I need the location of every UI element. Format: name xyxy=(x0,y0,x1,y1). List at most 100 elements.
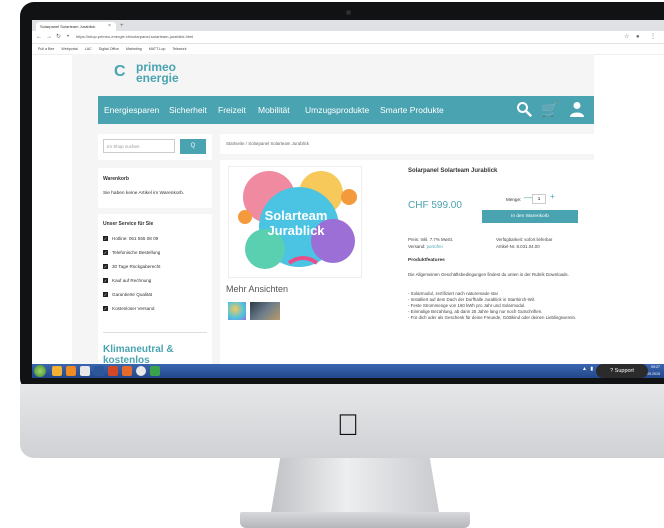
menu-icon[interactable]: ⋮ xyxy=(650,31,656,43)
powerpoint-taskbar-icon[interactable] xyxy=(108,366,118,376)
bookmark-item[interactable]: Digital Office xyxy=(99,47,119,51)
bookmark-item[interactable]: Pull a Bee xyxy=(38,47,54,51)
search-input[interactable]: Im Shop suchen xyxy=(103,139,175,153)
camera xyxy=(346,10,351,15)
support-button[interactable]: ? Support xyxy=(596,364,648,378)
word-taskbar-icon[interactable] xyxy=(94,366,104,376)
nav-item-freizeit[interactable]: Freizeit xyxy=(218,96,246,124)
app-taskbar-icon[interactable] xyxy=(150,366,160,376)
windows-taskbar: ▲ ▮ ♪ 09:27 26.09.2019 xyxy=(32,364,664,378)
help-icon: ? xyxy=(610,368,614,374)
checkbox-icon: ✓ xyxy=(103,306,108,312)
monitor-foot xyxy=(240,512,470,528)
search-button[interactable]: Q xyxy=(180,139,206,154)
features-intro: Die Allgemeinen Geschäftsbedingungen fin… xyxy=(408,272,569,277)
nav-item-mobilitaet[interactable]: Mobilität xyxy=(258,96,290,124)
back-icon[interactable]: ← xyxy=(36,31,42,43)
explorer-taskbar-icon[interactable] xyxy=(52,366,62,376)
product-image[interactable]: Solarteam Jurablick xyxy=(228,166,362,278)
bookmark-item[interactable]: MATT-Lop xyxy=(149,47,166,51)
price-info: Preis: Inkl. 7.7% MwSt. Versand: portofr… xyxy=(408,236,453,250)
apple-logo:  xyxy=(330,408,366,444)
monitor-stand xyxy=(270,458,440,518)
divider xyxy=(103,332,207,333)
article-number: Artikel-Nr. 8.031.04.00 xyxy=(496,244,540,249)
checkbox-icon: ✓ xyxy=(103,250,108,256)
nav-item-smarte-produkte[interactable]: Smarte Produkte xyxy=(380,96,444,124)
media-taskbar-icon[interactable] xyxy=(66,366,76,376)
search-icon[interactable] xyxy=(516,101,532,117)
bookmark-item[interactable]: LAC xyxy=(85,47,92,51)
service-item: ✓ Garantierte Qualität xyxy=(103,292,153,298)
close-icon[interactable]: × xyxy=(108,22,111,31)
checkbox-icon: ✓ xyxy=(103,264,108,270)
address-bar: ← → ↻ • https://shop.primeo-energie.ch/s… xyxy=(32,31,664,44)
product-image-title: Solarteam xyxy=(264,208,328,223)
brand-line2: energie xyxy=(136,71,179,85)
availability: Verfügbarkeit: sofort lieferbar xyxy=(496,237,553,242)
user-icon[interactable] xyxy=(570,101,584,117)
nav-item-sicherheit[interactable]: Sicherheit xyxy=(169,96,207,124)
service-title: Unser Service für Sie xyxy=(103,221,154,227)
quantity-input[interactable]: 1 xyxy=(532,194,546,204)
breadcrumb[interactable]: Startseite / Solarpanel Solarteam Jurabl… xyxy=(226,134,309,154)
add-to-cart-button[interactable]: In den Warenkorb xyxy=(482,210,578,223)
cart-title: Warenkorb xyxy=(103,176,129,182)
price-tax-note: Preis: Inkl. 7.7% MwSt. xyxy=(408,237,454,242)
brand-logo[interactable]: primeo energie xyxy=(136,61,179,85)
reload-icon[interactable]: ↻ xyxy=(56,31,61,43)
thumbnail-1[interactable] xyxy=(228,302,246,320)
browser-tab-bar: Solarpanel Solarteam Jurablick × + xyxy=(32,20,664,31)
service-item: ✓ 30 Tage Rückgaberecht xyxy=(103,264,161,270)
nav-item-energiesparen[interactable]: Energiesparen xyxy=(104,96,159,124)
features-title: Produktfeatures xyxy=(408,258,445,263)
chrome-taskbar-icon[interactable] xyxy=(136,366,146,376)
bookmark-star-icon[interactable]: ☆ xyxy=(624,31,629,43)
service-item: ✓ Kauf auf Rechnung xyxy=(103,278,152,284)
service-panel: Unser Service für Sie ✓ Hotline: 061 555 … xyxy=(98,214,212,374)
screen: Solarpanel Solarteam Jurablick × + ← → ↻… xyxy=(32,20,664,378)
app-taskbar-icon[interactable] xyxy=(122,366,132,376)
shipping-link[interactable]: portofrei xyxy=(427,244,443,249)
checkbox-icon: ✓ xyxy=(103,292,108,298)
quantity-plus-button[interactable]: + xyxy=(550,192,555,201)
browser-tab[interactable]: Solarpanel Solarteam Jurablick xyxy=(36,22,116,31)
cart-icon[interactable]: 🛒 xyxy=(541,101,558,117)
primeo-logo-icon[interactable]: C xyxy=(114,64,132,80)
checkbox-icon: ✓ xyxy=(103,278,108,284)
product-price: CHF 599.00 xyxy=(408,200,462,211)
bookmark-item[interactable]: Telework xyxy=(172,47,186,51)
feature-item: - Für dich oder als Geschenk für deine F… xyxy=(408,315,577,320)
extension-icon[interactable]: ● xyxy=(636,31,640,43)
cart-empty-text: Sie haben keine Artikel im Warenkorb. xyxy=(103,191,185,196)
thumbnail-2[interactable] xyxy=(250,302,280,320)
app-taskbar-icon[interactable] xyxy=(80,366,90,376)
web-page: C primeo energie Energiesparen Sicherhei… xyxy=(72,54,594,374)
shipping-info: Versand: portofrei xyxy=(408,244,443,249)
service-item: ✓ Telefonische Bestellung xyxy=(103,250,161,256)
new-tab-icon[interactable]: + xyxy=(120,22,124,31)
klimaneutral-heading: Klimaneutral & kostenlos xyxy=(103,344,174,366)
features-list: - Solarmodul, zertifiziert nach naturema… xyxy=(408,291,588,321)
nav-item-umzugsprodukte[interactable]: Umzugsprodukte xyxy=(305,96,369,124)
product-panel: Solarteam Jurablick Mehr Ansichten Solar… xyxy=(220,160,594,366)
quantity-minus-button[interactable]: — xyxy=(524,193,532,202)
main-navigation: Energiesparen Sicherheit Freizeit Mobili… xyxy=(98,96,594,124)
availability-info: Verfügbarkeit: sofort lieferbar Artikel-… xyxy=(496,236,552,250)
more-views-heading: Mehr Ansichten xyxy=(226,284,289,294)
lock-icon: • xyxy=(67,34,70,40)
service-item: ✓ Kostenloser Versand xyxy=(103,306,155,312)
start-button[interactable] xyxy=(34,365,46,377)
checkbox-icon: ✓ xyxy=(103,236,108,242)
breadcrumb-panel: Startseite / Solarpanel Solarteam Jurabl… xyxy=(220,134,594,154)
bookmark-item[interactable]: Marketing xyxy=(126,47,142,51)
product-image-subtitle: Jurablick xyxy=(267,223,325,238)
support-label: Support xyxy=(614,368,634,374)
service-item: ✓ Hotline: 061 555 08 09 xyxy=(103,236,159,242)
cart-panel: Warenkorb Sie haben keine Artikel im War… xyxy=(98,168,212,208)
url-field[interactable]: https://shop.primeo-energie.ch/solarpane… xyxy=(76,33,606,41)
quantity-label: Menge: xyxy=(506,197,522,202)
bookmark-item[interactable]: Webportal xyxy=(61,47,77,51)
forward-icon[interactable]: → xyxy=(46,31,52,43)
shop-search-panel: Im Shop suchen Q xyxy=(98,134,212,160)
